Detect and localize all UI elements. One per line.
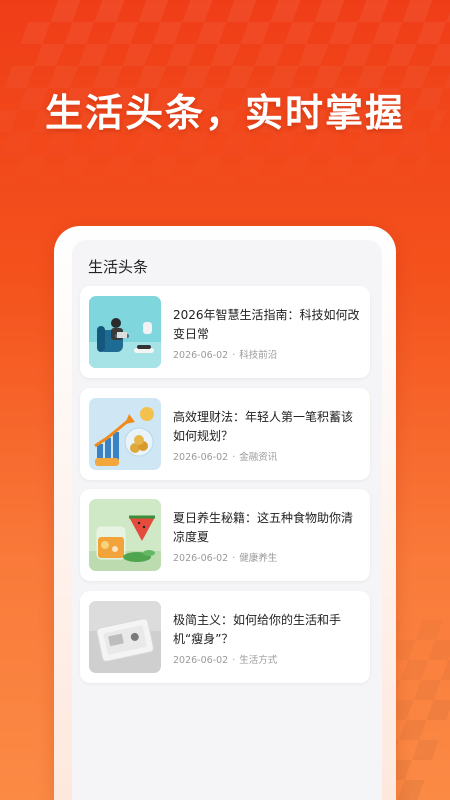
meta-separator: · (232, 452, 236, 463)
news-card-title: 2026年智慧生活指南：科技如何改变日常 (173, 308, 360, 341)
promo-headline: 生活头条，实时掌握 (44, 91, 405, 135)
section-title: 生活头条 (88, 258, 149, 276)
news-card-category: 生活方式 (239, 655, 278, 666)
news-card-date: 2026-06-02 (173, 350, 229, 361)
news-card-category: 健康养生 (239, 553, 278, 564)
news-card-meta: 2026-06-02 · 生活方式 (173, 652, 277, 666)
app-screen: 生活头条 2026年智慧生活指南：科技如何改变日常 2026-06-02 · 科技前… (72, 240, 382, 800)
news-card-title: 极简主义：如何给你的生活和手机“瘦身”？ (173, 613, 342, 646)
meta-separator: · (232, 350, 236, 361)
news-card-title: 高效理财法：年轻人第一笔积蓄该如何规划？ (173, 410, 354, 443)
news-card[interactable]: 高效理财法：年轻人第一笔积蓄该如何规划？ 2026-06-02 · 金融资讯 (80, 388, 370, 480)
news-card-meta: 2026-06-02 · 健康养生 (173, 550, 277, 564)
news-card[interactable]: 夏日养生秘籍：这五种食物助你清凉度夏 2026-06-02 · 健康养生 (80, 489, 370, 581)
meta-separator: · (232, 553, 236, 564)
meta-separator: · (232, 655, 236, 666)
news-card-category: 科技前沿 (239, 350, 278, 361)
news-card[interactable]: 2026年智慧生活指南：科技如何改变日常 2026-06-02 · 科技前沿 (80, 286, 370, 378)
news-card-date: 2026-06-02 (173, 553, 229, 564)
news-card[interactable]: 极简主义：如何给你的生活和手机“瘦身”？ 2026-06-02 · 生活方式 (80, 591, 370, 683)
minimal-tray-thumbnail (89, 601, 161, 673)
finance-thumbnail (89, 398, 161, 470)
news-card-meta: 2026-06-02 · 金融资讯 (173, 449, 277, 463)
news-card-category: 金融资讯 (239, 452, 278, 463)
summer-food-thumbnail (89, 499, 161, 571)
news-card-date: 2026-06-02 (173, 452, 229, 463)
news-card-title: 夏日养生秘籍：这五种食物助你清凉度夏 (173, 511, 354, 544)
news-card-date: 2026-06-02 (173, 655, 229, 666)
smart-home-thumbnail (89, 296, 161, 368)
news-card-meta: 2026-06-02 · 科技前沿 (173, 347, 277, 361)
